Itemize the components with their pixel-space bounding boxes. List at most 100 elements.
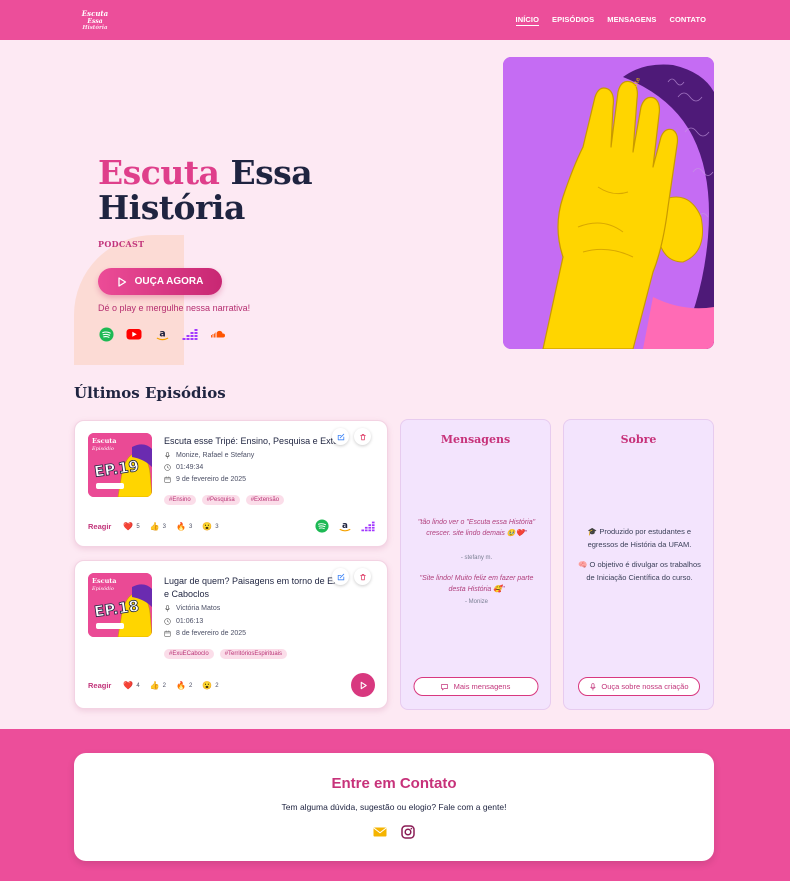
- message-icon: [441, 683, 448, 690]
- wow-face-icon: 😮: [202, 681, 213, 690]
- heart-icon: ❤️: [123, 522, 134, 531]
- svg-text:Escuta: Escuta: [81, 9, 109, 18]
- svg-text:Episódio: Episódio: [91, 445, 114, 452]
- microphone-icon: [165, 452, 170, 459]
- delete-episode-button[interactable]: [354, 428, 371, 445]
- reaction-wow[interactable]: 😮 3: [202, 522, 218, 531]
- nav-link-mensagens[interactable]: MENSAGENS: [607, 15, 656, 26]
- hero-title-rest: Essa: [230, 153, 313, 192]
- episode-card[interactable]: Escuta Episódio EP.18 Lugar de quem? Pai…: [74, 560, 388, 709]
- about-panel-title: Sobre: [620, 433, 657, 446]
- react-button[interactable]: Reagir: [88, 522, 111, 531]
- thumbs-up-icon: 👍: [149, 522, 160, 531]
- authors-text: Victória Matos: [176, 605, 221, 612]
- date-text: 9 de fevereiro de 2025: [176, 476, 247, 483]
- play-icon: [117, 276, 126, 287]
- episode-duration: 01:06:13: [164, 618, 203, 625]
- deezer-icon[interactable]: [361, 519, 375, 533]
- tag[interactable]: #Pesquisa: [201, 495, 240, 505]
- contact-text: Tem alguma dúvida, sugestão ou elogio? F…: [281, 802, 507, 812]
- hero-decorative-blob: [74, 235, 184, 365]
- trash-icon: [359, 573, 366, 580]
- trash-icon: [359, 433, 366, 440]
- contact-links: [74, 825, 714, 839]
- reaction-fire[interactable]: 🔥 3: [176, 522, 192, 531]
- soundcloud-icon[interactable]: [210, 326, 226, 342]
- site-logo[interactable]: Escuta Essa História: [80, 9, 110, 31]
- hero-title: Escuta Essa História: [98, 153, 313, 225]
- episode-card[interactable]: Escuta Episódio EP.19 Escuta esse Tripé:…: [74, 420, 388, 547]
- fire-icon: 🔥: [175, 522, 186, 531]
- contact-card: Entre em Contato Tem alguma dúvida, suge…: [74, 753, 714, 861]
- reaction-heart[interactable]: ❤️ 5: [123, 522, 139, 531]
- deezer-icon[interactable]: [182, 326, 198, 342]
- edit-episode-button[interactable]: [332, 568, 349, 585]
- episode-cover-image: Escuta Episódio EP.18: [88, 573, 152, 637]
- instagram-icon[interactable]: [401, 825, 415, 839]
- duration-text: 01:06:13: [176, 618, 204, 625]
- heart-icon: ❤️: [123, 681, 134, 690]
- clock-icon: [164, 618, 171, 625]
- episode-actions: [332, 568, 371, 585]
- reaction-wow[interactable]: 😮 2: [202, 681, 218, 690]
- reaction-count: 2: [215, 682, 219, 689]
- date-text: 8 de fevereiro de 2025: [176, 630, 247, 637]
- nav-link-inicio[interactable]: INÍCIO: [515, 15, 540, 26]
- more-messages-button[interactable]: Mais mensagens: [413, 677, 538, 696]
- message-author: - Monize: [464, 599, 488, 605]
- youtube-icon[interactable]: [126, 326, 142, 342]
- episode-title[interactable]: Escuta esse Tripé: Ensino, Pesquisa e Ex…: [164, 435, 344, 448]
- reaction-fire[interactable]: 🔥 2: [176, 681, 192, 690]
- nav-link-contato[interactable]: CONTATO: [669, 15, 706, 26]
- clock-icon: [164, 464, 171, 471]
- episode-title[interactable]: Lugar de quem? Paisagens em torno de Exu…: [164, 575, 344, 601]
- listen-now-label: OUÇA AGORA: [134, 276, 204, 287]
- hero-note: Dé o play e mergulhe nessa narrativa!: [98, 303, 251, 313]
- amazon-music-icon[interactable]: a: [338, 519, 352, 533]
- reaction-count: 3: [162, 523, 166, 530]
- microphone-icon: [589, 682, 596, 690]
- play-episode-button[interactable]: [351, 673, 375, 697]
- wow-face-icon: 😮: [202, 522, 213, 531]
- amazon-music-icon[interactable]: a: [154, 326, 170, 342]
- reaction-thumbs-up[interactable]: 👍 3: [150, 522, 166, 531]
- authors-text: Monize, Rafael e Stefany: [176, 452, 255, 459]
- episode-authors: Monize, Rafael e Stefany: [164, 452, 254, 459]
- episode-reactions: Reagir ❤️ 4 👍 2 🔥 2 😮 2: [88, 681, 219, 690]
- reaction-thumbs-up[interactable]: 👍 2: [150, 681, 166, 690]
- episode-cover-image: Escuta Episódio EP.19: [88, 433, 152, 497]
- hero-subtitle: PODCAST: [98, 239, 145, 249]
- svg-text:a: a: [159, 328, 165, 339]
- delete-episode-button[interactable]: [354, 568, 371, 585]
- svg-text:Essa: Essa: [86, 18, 102, 25]
- more-messages-label: Mais mensagens: [453, 682, 511, 691]
- episode-duration: 01:49:34: [164, 464, 203, 471]
- microphone-icon: [165, 605, 170, 612]
- edit-episode-button[interactable]: [332, 428, 349, 445]
- fire-icon: 🔥: [175, 681, 186, 690]
- thumbs-up-icon: 👍: [149, 681, 160, 690]
- react-button[interactable]: Reagir: [88, 681, 111, 690]
- spotify-icon[interactable]: [98, 326, 114, 342]
- tag[interactable]: #Extensão: [245, 495, 285, 505]
- tag[interactable]: #TerritóriosEspirituais: [219, 649, 288, 659]
- latest-episodes-title: Últimos Episódios: [74, 384, 226, 402]
- email-icon[interactable]: [373, 825, 387, 839]
- tag[interactable]: #Ensino: [164, 495, 196, 505]
- episode-tags: #ExuECaboclo #TerritóriosEspirituais: [164, 649, 288, 659]
- about-creation-label: Ouça sobre nossa criação: [601, 682, 689, 691]
- about-text-objective: 🧠 O objetivo é divulgar os trabalhos de …: [578, 560, 701, 582]
- reaction-count: 4: [136, 682, 140, 689]
- svg-text:História: História: [81, 24, 108, 31]
- message-author: - stefany m.: [460, 555, 493, 561]
- tag[interactable]: #ExuECaboclo: [164, 649, 214, 659]
- listen-now-button[interactable]: OUÇA AGORA: [98, 268, 222, 295]
- nav-link-episodios[interactable]: EPISÓDIOS: [552, 15, 594, 26]
- reaction-count: 3: [188, 523, 193, 530]
- episode-platform-links: a: [315, 519, 375, 533]
- about-panel: Sobre 🎓 Produzido por estudantes e egres…: [563, 419, 714, 710]
- reaction-heart[interactable]: ❤️ 4: [123, 681, 139, 690]
- platform-links: a: [98, 326, 226, 342]
- spotify-icon[interactable]: [315, 519, 329, 533]
- about-creation-button[interactable]: Ouça sobre nossa criação: [577, 677, 700, 696]
